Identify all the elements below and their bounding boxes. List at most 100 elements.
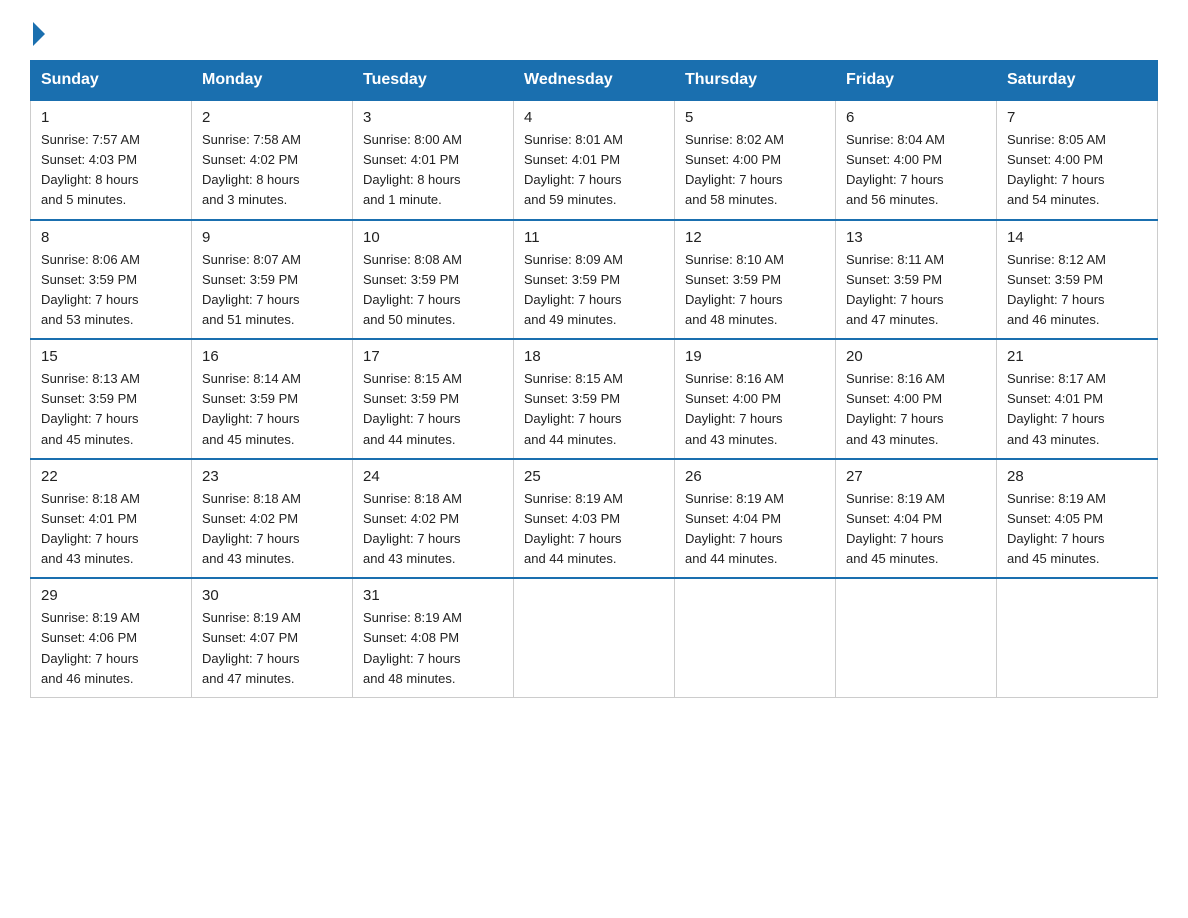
day-number: 10: [363, 229, 503, 246]
day-number: 13: [846, 229, 986, 246]
calendar-table: SundayMondayTuesdayWednesdayThursdayFrid…: [30, 60, 1158, 698]
day-info: Sunrise: 8:02 AMSunset: 4:00 PMDaylight:…: [685, 130, 825, 211]
day-info: Sunrise: 8:19 AMSunset: 4:08 PMDaylight:…: [363, 608, 503, 689]
calendar-cell: 6Sunrise: 8:04 AMSunset: 4:00 PMDaylight…: [836, 100, 997, 220]
day-number: 29: [41, 587, 181, 604]
calendar-body: 1Sunrise: 7:57 AMSunset: 4:03 PMDaylight…: [31, 100, 1158, 697]
day-info: Sunrise: 8:13 AMSunset: 3:59 PMDaylight:…: [41, 369, 181, 450]
calendar-cell: 27Sunrise: 8:19 AMSunset: 4:04 PMDayligh…: [836, 459, 997, 579]
weekday-header-thursday: Thursday: [675, 61, 836, 101]
calendar-cell: 30 Sunrise: 8:19 AMSunset: 4:07 PMDayligh…: [192, 578, 353, 697]
day-info: Sunrise: 8:19 AMSunset: 4:07 PMDaylight:…: [202, 608, 342, 689]
weekday-header-tuesday: Tuesday: [353, 61, 514, 101]
calendar-week-row: 1Sunrise: 7:57 AMSunset: 4:03 PMDaylight…: [31, 100, 1158, 220]
calendar-week-row: 29 Sunrise: 8:19 AMSunset: 4:06 PMDayligh…: [31, 578, 1158, 697]
calendar-cell: 14 Sunrise: 8:12 AMSunset: 3:59 PMDayligh…: [997, 220, 1158, 340]
calendar-cell: [514, 578, 675, 697]
day-info: Sunrise: 8:01 AMSunset: 4:01 PMDaylight:…: [524, 130, 664, 211]
calendar-cell: 10 Sunrise: 8:08 AMSunset: 3:59 PMDayligh…: [353, 220, 514, 340]
day-number: 20: [846, 348, 986, 365]
calendar-cell: 2 Sunrise: 7:58 AMSunset: 4:02 PMDaylight…: [192, 100, 353, 220]
day-info: Sunrise: 8:17 AMSunset: 4:01 PMDaylight:…: [1007, 369, 1147, 450]
day-number: 19: [685, 348, 825, 365]
calendar-cell: 9 Sunrise: 8:07 AMSunset: 3:59 PMDaylight…: [192, 220, 353, 340]
day-number: 26: [685, 468, 825, 485]
day-info: Sunrise: 8:15 AMSunset: 3:59 PMDaylight:…: [363, 369, 503, 450]
day-number: 2: [202, 109, 342, 126]
calendar-cell: 11 Sunrise: 8:09 AMSunset: 3:59 PMDayligh…: [514, 220, 675, 340]
day-info: Sunrise: 8:08 AMSunset: 3:59 PMDaylight:…: [363, 250, 503, 331]
calendar-cell: 23Sunrise: 8:18 AMSunset: 4:02 PMDayligh…: [192, 459, 353, 579]
day-number: 30: [202, 587, 342, 604]
day-info: Sunrise: 8:07 AMSunset: 3:59 PMDaylight:…: [202, 250, 342, 331]
calendar-week-row: 15 Sunrise: 8:13 AMSunset: 3:59 PMDayligh…: [31, 339, 1158, 459]
calendar-cell: 13Sunrise: 8:11 AMSunset: 3:59 PMDayligh…: [836, 220, 997, 340]
day-number: 8: [41, 229, 181, 246]
calendar-cell: 3 Sunrise: 8:00 AMSunset: 4:01 PMDaylight…: [353, 100, 514, 220]
day-info: Sunrise: 8:05 AMSunset: 4:00 PMDaylight:…: [1007, 130, 1147, 211]
weekday-header-saturday: Saturday: [997, 61, 1158, 101]
calendar-cell: 5Sunrise: 8:02 AMSunset: 4:00 PMDaylight…: [675, 100, 836, 220]
weekday-header-row: SundayMondayTuesdayWednesdayThursdayFrid…: [31, 61, 1158, 101]
day-number: 18: [524, 348, 664, 365]
calendar-cell: 4 Sunrise: 8:01 AMSunset: 4:01 PMDaylight…: [514, 100, 675, 220]
calendar-cell: [675, 578, 836, 697]
calendar-cell: 1Sunrise: 7:57 AMSunset: 4:03 PMDaylight…: [31, 100, 192, 220]
calendar-cell: 31 Sunrise: 8:19 AMSunset: 4:08 PMDayligh…: [353, 578, 514, 697]
logo: [30, 20, 45, 42]
day-info: Sunrise: 8:19 AMSunset: 4:05 PMDaylight:…: [1007, 489, 1147, 570]
day-info: Sunrise: 8:19 AMSunset: 4:06 PMDaylight:…: [41, 608, 181, 689]
day-number: 31: [363, 587, 503, 604]
day-number: 25: [524, 468, 664, 485]
day-info: Sunrise: 8:10 AMSunset: 3:59 PMDaylight:…: [685, 250, 825, 331]
calendar-cell: 12 Sunrise: 8:10 AMSunset: 3:59 PMDayligh…: [675, 220, 836, 340]
weekday-header-wednesday: Wednesday: [514, 61, 675, 101]
logo-arrow-icon: [33, 22, 45, 46]
day-info: Sunrise: 8:09 AMSunset: 3:59 PMDaylight:…: [524, 250, 664, 331]
day-info: Sunrise: 8:19 AMSunset: 4:04 PMDaylight:…: [685, 489, 825, 570]
calendar-cell: 16 Sunrise: 8:14 AMSunset: 3:59 PMDayligh…: [192, 339, 353, 459]
day-number: 3: [363, 109, 503, 126]
weekday-header-sunday: Sunday: [31, 61, 192, 101]
calendar-cell: [836, 578, 997, 697]
day-info: Sunrise: 8:00 AMSunset: 4:01 PMDaylight:…: [363, 130, 503, 211]
calendar-cell: 8Sunrise: 8:06 AMSunset: 3:59 PMDaylight…: [31, 220, 192, 340]
calendar-cell: 21 Sunrise: 8:17 AMSunset: 4:01 PMDayligh…: [997, 339, 1158, 459]
day-number: 16: [202, 348, 342, 365]
day-number: 22: [41, 468, 181, 485]
day-info: Sunrise: 8:12 AMSunset: 3:59 PMDaylight:…: [1007, 250, 1147, 331]
day-info: Sunrise: 8:16 AMSunset: 4:00 PMDaylight:…: [685, 369, 825, 450]
day-number: 21: [1007, 348, 1147, 365]
day-number: 15: [41, 348, 181, 365]
calendar-cell: 29 Sunrise: 8:19 AMSunset: 4:06 PMDayligh…: [31, 578, 192, 697]
calendar-week-row: 8Sunrise: 8:06 AMSunset: 3:59 PMDaylight…: [31, 220, 1158, 340]
calendar-cell: 28 Sunrise: 8:19 AMSunset: 4:05 PMDayligh…: [997, 459, 1158, 579]
calendar-cell: 17Sunrise: 8:15 AMSunset: 3:59 PMDayligh…: [353, 339, 514, 459]
day-number: 11: [524, 229, 664, 246]
day-info: Sunrise: 8:18 AMSunset: 4:01 PMDaylight:…: [41, 489, 181, 570]
day-info: Sunrise: 8:04 AMSunset: 4:00 PMDaylight:…: [846, 130, 986, 211]
day-info: Sunrise: 8:19 AMSunset: 4:04 PMDaylight:…: [846, 489, 986, 570]
calendar-cell: 15 Sunrise: 8:13 AMSunset: 3:59 PMDayligh…: [31, 339, 192, 459]
calendar-week-row: 22 Sunrise: 8:18 AMSunset: 4:01 PMDayligh…: [31, 459, 1158, 579]
day-number: 7: [1007, 109, 1147, 126]
day-number: 4: [524, 109, 664, 126]
day-info: Sunrise: 7:58 AMSunset: 4:02 PMDaylight:…: [202, 130, 342, 211]
day-number: 14: [1007, 229, 1147, 246]
day-info: Sunrise: 8:14 AMSunset: 3:59 PMDaylight:…: [202, 369, 342, 450]
day-info: Sunrise: 8:18 AMSunset: 4:02 PMDaylight:…: [363, 489, 503, 570]
calendar-cell: [997, 578, 1158, 697]
day-number: 28: [1007, 468, 1147, 485]
calendar-cell: 18 Sunrise: 8:15 AMSunset: 3:59 PMDayligh…: [514, 339, 675, 459]
calendar-cell: 26 Sunrise: 8:19 AMSunset: 4:04 PMDayligh…: [675, 459, 836, 579]
day-info: Sunrise: 8:16 AMSunset: 4:00 PMDaylight:…: [846, 369, 986, 450]
day-info: Sunrise: 8:19 AMSunset: 4:03 PMDaylight:…: [524, 489, 664, 570]
calendar-header: SundayMondayTuesdayWednesdayThursdayFrid…: [31, 61, 1158, 101]
day-info: Sunrise: 8:15 AMSunset: 3:59 PMDaylight:…: [524, 369, 664, 450]
day-info: Sunrise: 7:57 AMSunset: 4:03 PMDaylight:…: [41, 130, 181, 211]
day-number: 9: [202, 229, 342, 246]
day-number: 23: [202, 468, 342, 485]
day-number: 12: [685, 229, 825, 246]
page-header: [30, 20, 1158, 42]
calendar-cell: 20 Sunrise: 8:16 AMSunset: 4:00 PMDayligh…: [836, 339, 997, 459]
